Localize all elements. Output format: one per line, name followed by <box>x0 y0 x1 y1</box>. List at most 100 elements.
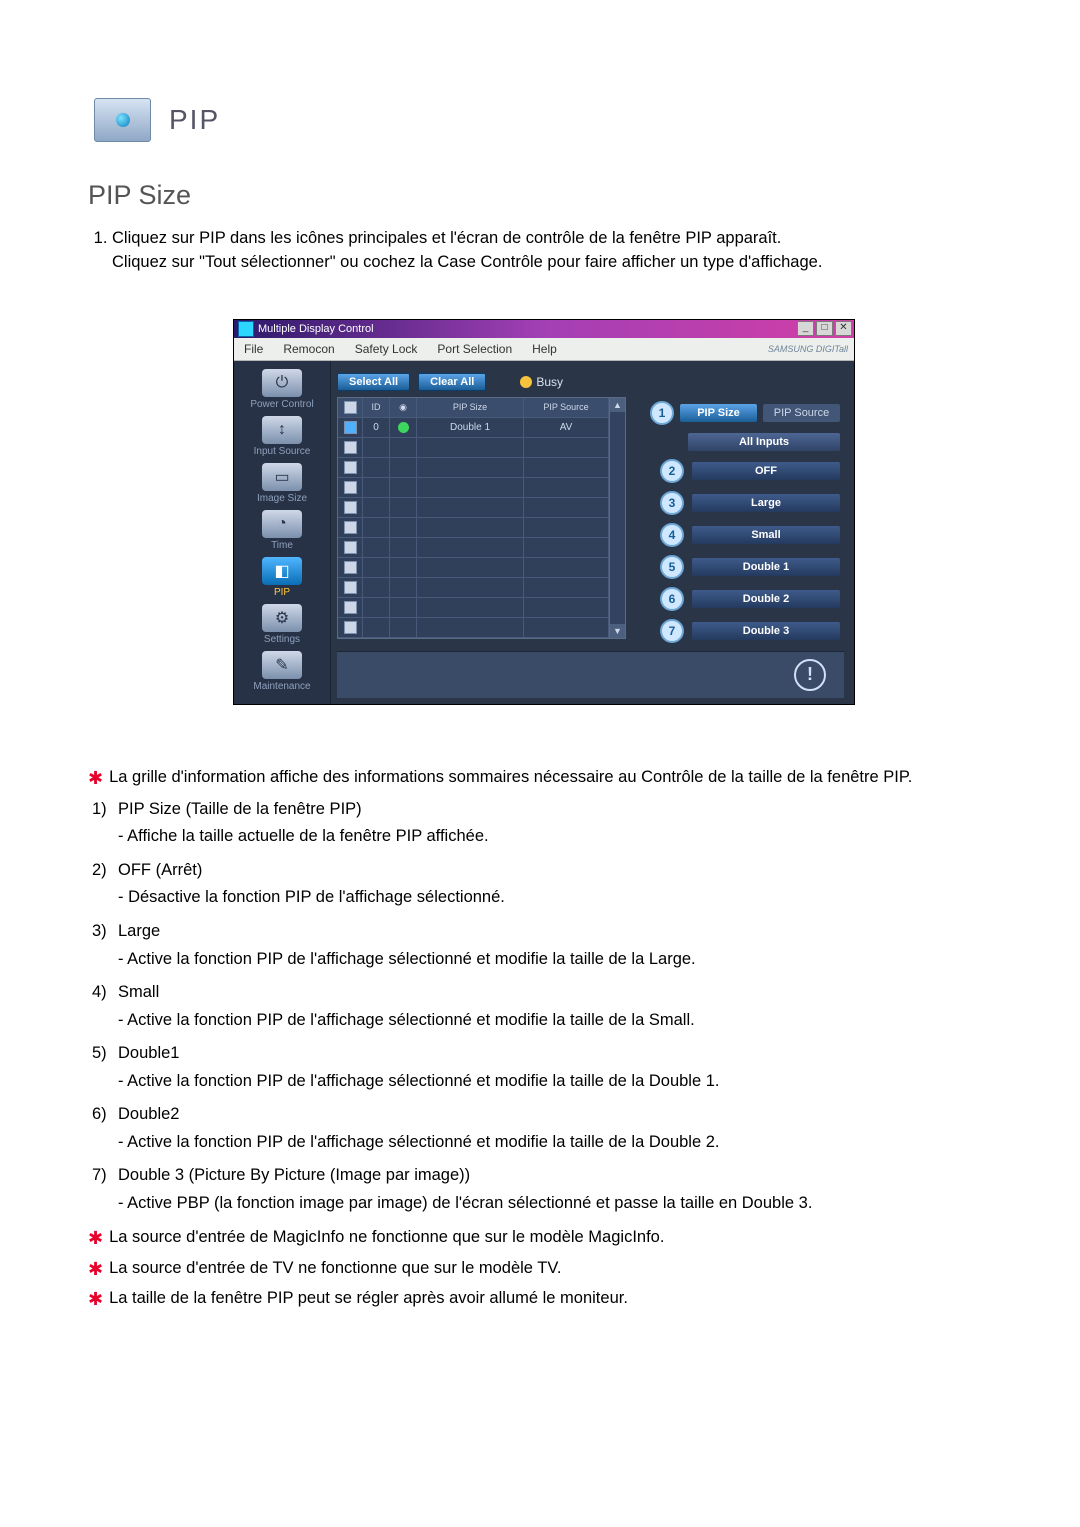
table-row[interactable] <box>338 478 609 498</box>
intro-list: Cliquez sur PIP dans les icônes principa… <box>112 227 1000 275</box>
minimize-button[interactable]: _ <box>797 321 814 336</box>
sidebar-icon: ✎ <box>262 651 302 679</box>
row-checkbox[interactable] <box>344 561 357 574</box>
note-tv: La source d'entrée de TV ne fonctionne q… <box>109 1256 561 1284</box>
busy-indicator: Busy <box>520 375 563 389</box>
option-double-1-button[interactable]: Double 1 <box>692 558 840 576</box>
table-row[interactable] <box>338 578 609 598</box>
sidebar-item-settings[interactable]: ⚙Settings <box>240 604 324 645</box>
header-pip-source: PIP Source <box>524 398 609 417</box>
list-subtext: - Affiche la taille actuelle de la fenêt… <box>118 824 1000 850</box>
row-checkbox[interactable] <box>344 441 357 454</box>
select-all-button[interactable]: Select All <box>337 373 410 391</box>
note-magicinfo: La source d'entrée de MagicInfo ne fonct… <box>109 1225 664 1253</box>
list-number: 4) <box>92 980 118 1006</box>
sidebar-icon: ▭ <box>262 463 302 491</box>
close-button[interactable]: ✕ <box>835 321 852 336</box>
table-row[interactable]: 0 Double 1 AV <box>338 418 609 438</box>
menu-port-selection[interactable]: Port Selection <box>427 342 522 356</box>
window-titlebar: Multiple Display Control _ □ ✕ <box>234 320 854 338</box>
star-icon: ✱ <box>88 1256 103 1284</box>
row-checkbox[interactable] <box>344 521 357 534</box>
option-small-button[interactable]: Small <box>692 526 840 544</box>
tab-pip-source[interactable]: PIP Source <box>763 404 840 422</box>
table-row[interactable] <box>338 538 609 558</box>
info-icon[interactable]: ! <box>794 659 826 691</box>
list-number: 5) <box>92 1041 118 1067</box>
menu-file[interactable]: File <box>234 342 273 356</box>
intro-line-1b: Cliquez sur "Tout sélectionner" ou coche… <box>112 253 822 271</box>
tab-pip-size[interactable]: PIP Size <box>680 404 757 422</box>
scroll-up-icon[interactable]: ▲ <box>610 398 625 412</box>
callout-4: 4 <box>660 523 684 547</box>
table-row[interactable] <box>338 558 609 578</box>
callout-6: 6 <box>660 587 684 611</box>
sidebar-item-label: Maintenance <box>240 681 324 692</box>
callout-3: 3 <box>660 491 684 515</box>
table-row[interactable] <box>338 598 609 618</box>
row-checkbox[interactable] <box>344 481 357 494</box>
list-number: 7) <box>92 1163 118 1189</box>
star-icon: ✱ <box>88 765 103 793</box>
intro-line-1: Cliquez sur PIP dans les icônes principa… <box>112 229 781 247</box>
list-title: PIP Size (Taille de la fenêtre PIP) <box>118 797 362 823</box>
list-number: 2) <box>92 858 118 884</box>
table-row[interactable] <box>338 438 609 458</box>
row-checkbox[interactable] <box>344 421 357 434</box>
list-subtext: - Active la fonction PIP de l'affichage … <box>118 1008 1000 1034</box>
option-off-button[interactable]: OFF <box>692 462 840 480</box>
option-double-3-button[interactable]: Double 3 <box>692 622 840 640</box>
brand-label: SAMSUNG DIGITall <box>768 344 854 354</box>
row-checkbox[interactable] <box>344 461 357 474</box>
row-checkbox[interactable] <box>344 621 357 634</box>
maximize-button[interactable]: □ <box>816 321 833 336</box>
sidebar-item-maintenance[interactable]: ✎ Maintenance <box>240 651 324 692</box>
sidebar: ⏻Power Control ↕ Input Source ▭Image Size ◔T… <box>234 361 331 704</box>
sidebar-item-pip[interactable]: ◧PIP <box>240 557 324 598</box>
header-checkbox-icon[interactable]: ✓ <box>344 401 357 414</box>
sidebar-item-image-size[interactable]: ▭Image Size <box>240 463 324 504</box>
menu-help[interactable]: Help <box>522 342 567 356</box>
option-double-2-button[interactable]: Double 2 <box>692 590 840 608</box>
row-checkbox[interactable] <box>344 581 357 594</box>
sidebar-item-input-source[interactable]: ↕ Input Source <box>240 416 324 457</box>
callout-2: 2 <box>660 459 684 483</box>
sidebar-item-time[interactable]: ◔Time <box>240 510 324 551</box>
table-row[interactable] <box>338 518 609 538</box>
table-row[interactable] <box>338 618 609 638</box>
sidebar-icon: ◧ <box>262 557 302 585</box>
table-row[interactable] <box>338 498 609 518</box>
sidebar-icon: ↕ <box>262 416 302 444</box>
pip-size-title: PIP Size <box>88 180 1000 211</box>
row-checkbox[interactable] <box>344 501 357 514</box>
menu-bar: File Remocon Safety Lock Port Selection … <box>234 338 854 361</box>
note-after-power: La taille de la fenêtre PIP peut se régl… <box>109 1286 628 1314</box>
display-grid: ✓ ID ◉ PIP Size PIP Source 0 Double 1 AV <box>337 397 610 639</box>
list-title: Double2 <box>118 1102 179 1128</box>
explanatory-notes: ✱La grille d'information affiche des inf… <box>88 765 1000 1314</box>
sidebar-item-label: Settings <box>240 634 324 645</box>
scroll-down-icon[interactable]: ▼ <box>610 624 625 638</box>
list-number: 6) <box>92 1102 118 1128</box>
sidebar-item-label: Input Source <box>240 446 324 457</box>
row-pip-size: Double 1 <box>417 418 524 437</box>
callout-5: 5 <box>660 555 684 579</box>
star-icon: ✱ <box>88 1225 103 1253</box>
section-header: PIP <box>94 98 1000 142</box>
grid-scrollbar[interactable]: ▲ ▼ <box>610 397 626 639</box>
list-title: Small <box>118 980 159 1006</box>
header-id: ID <box>363 398 390 417</box>
clear-all-button[interactable]: Clear All <box>418 373 486 391</box>
menu-remocon[interactable]: Remocon <box>273 342 344 356</box>
busy-icon <box>520 376 532 388</box>
table-row[interactable] <box>338 458 609 478</box>
list-number: 1) <box>92 797 118 823</box>
sidebar-item-power-control[interactable]: ⏻Power Control <box>240 369 324 410</box>
row-checkbox[interactable] <box>344 601 357 614</box>
menu-safety-lock[interactable]: Safety Lock <box>345 342 428 356</box>
pip-title: PIP <box>169 104 220 136</box>
list-title: Double1 <box>118 1041 179 1067</box>
option-large-button[interactable]: Large <box>692 494 840 512</box>
pip-monitor-icon <box>94 98 151 142</box>
row-checkbox[interactable] <box>344 541 357 554</box>
